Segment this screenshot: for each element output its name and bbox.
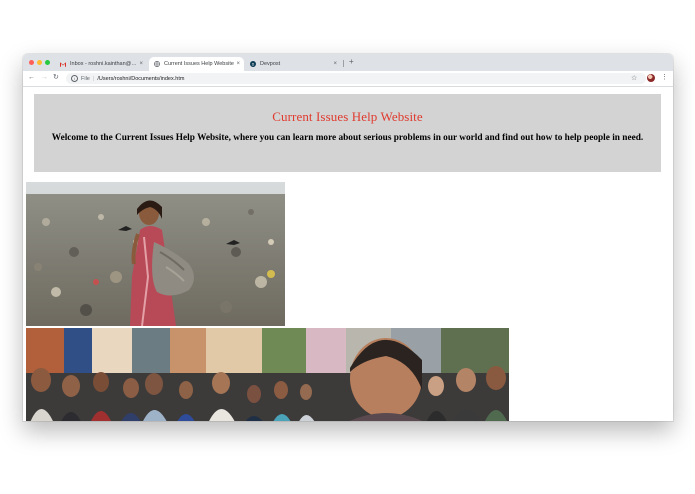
reload-button[interactable]: ↻	[53, 73, 59, 83]
globe-icon	[154, 61, 160, 67]
tab-title: Devpost	[260, 61, 281, 67]
page-content: Current Issues Help Website Welcome to t…	[23, 87, 673, 421]
page-title: Current Issues Help Website	[272, 109, 423, 124]
info-icon[interactable]: i	[71, 75, 78, 82]
photo-crowd-of-people	[26, 328, 509, 421]
new-tab-button[interactable]: +	[349, 57, 354, 67]
back-button[interactable]: ←	[28, 73, 35, 83]
tab-current-issues[interactable]: Current Issues Help Website ×	[149, 57, 244, 71]
welcome-text: Welcome to the Current Issues Help Websi…	[51, 133, 644, 143]
address-separator: |	[92, 75, 95, 82]
close-window-button[interactable]	[29, 60, 34, 65]
tab-inbox[interactable]: Inbox - roshni.kainthan@mcvsd.org - Mail…	[55, 57, 147, 71]
svg-text:D: D	[252, 62, 255, 66]
tab-devpost[interactable]: D Devpost ×	[245, 57, 341, 71]
address-bar[interactable]: i File | /Users/roshni/Documents/index.h…	[66, 73, 646, 84]
devpost-icon: D	[250, 61, 256, 67]
maximize-window-button[interactable]	[45, 60, 50, 65]
site-header: Current Issues Help Website Welcome to t…	[34, 94, 661, 172]
address-url[interactable]: /Users/roshni/Documents/index.htm	[97, 76, 184, 82]
minimize-window-button[interactable]	[37, 60, 42, 65]
tab-divider	[343, 60, 344, 67]
close-tab-icon[interactable]: ×	[236, 61, 240, 67]
photo-girl-at-landfill	[26, 182, 285, 326]
browser-toolbar: ← → ↻ i File | /Users/roshni/Documents/i…	[23, 71, 673, 87]
close-tab-icon[interactable]: ×	[139, 61, 143, 67]
close-tab-icon[interactable]: ×	[333, 61, 337, 67]
profile-avatar[interactable]	[647, 74, 655, 82]
gmail-icon	[60, 61, 66, 67]
browser-window: Inbox - roshni.kainthan@mcvsd.org - Mail…	[23, 54, 673, 421]
bookmark-star-icon[interactable]: ☆	[631, 74, 637, 83]
address-scheme: File	[81, 75, 90, 82]
forward-button[interactable]: →	[41, 73, 48, 83]
tab-title: Inbox - roshni.kainthan@mcvsd.org - Mail	[70, 61, 138, 67]
browser-menu-icon[interactable]: ⋮	[661, 73, 668, 83]
tab-strip: Inbox - roshni.kainthan@mcvsd.org - Mail…	[23, 54, 673, 71]
tab-title: Current Issues Help Website	[164, 61, 234, 67]
